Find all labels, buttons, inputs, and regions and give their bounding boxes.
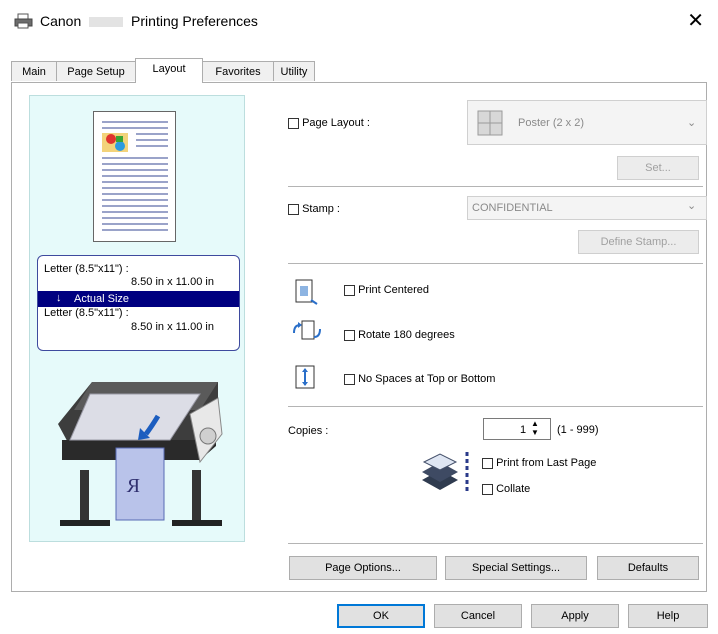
ok-button[interactable]: OK bbox=[337, 604, 425, 628]
divider bbox=[288, 186, 703, 187]
tab-page-setup[interactable]: Page Setup bbox=[56, 61, 136, 81]
copies-range: (1 - 999) bbox=[557, 424, 599, 436]
page-layout-value: Poster (2 x 2) bbox=[518, 117, 585, 129]
printout-letter: R bbox=[126, 475, 140, 497]
close-icon[interactable]: ✕ bbox=[687, 8, 704, 33]
input-paper-name: Letter (8.5"x11") : bbox=[44, 263, 129, 275]
window-title-text: Printing Preferences bbox=[131, 13, 258, 29]
output-paper-name: Letter (8.5"x11") : bbox=[44, 307, 129, 319]
copies-label: Copies : bbox=[288, 425, 329, 437]
no-spaces-label: No Spaces at Top or Bottom bbox=[358, 373, 496, 385]
tab-favorites[interactable]: Favorites bbox=[202, 61, 274, 81]
copies-value[interactable]: 1 bbox=[520, 424, 526, 436]
page-options-button[interactable]: Page Options... bbox=[289, 556, 437, 580]
chevron-down-icon: ⌄ bbox=[687, 200, 697, 212]
poster-layout-icon bbox=[477, 110, 503, 136]
no-spaces-checkbox[interactable]: No Spaces at Top or Bottom bbox=[344, 373, 495, 385]
rotate-180-checkbox[interactable]: Rotate 180 degrees bbox=[344, 329, 455, 341]
stamp-label: Stamp : bbox=[302, 203, 340, 215]
special-settings-button[interactable]: Special Settings... bbox=[445, 556, 587, 580]
print-centered-icon bbox=[295, 279, 318, 305]
copies-stepper[interactable] bbox=[483, 418, 551, 440]
page-preview-icon bbox=[93, 111, 176, 242]
input-paper-size: 8.50 in x 11.00 in bbox=[131, 276, 214, 288]
chevron-down-icon: ⌄ bbox=[687, 117, 697, 129]
page-layout-label: Page Layout : bbox=[302, 117, 370, 129]
output-paper-size: 8.50 in x 11.00 in bbox=[131, 321, 214, 333]
set-button[interactable]: Set... bbox=[617, 156, 699, 180]
rotate-icon bbox=[293, 320, 321, 340]
window-title-brand: Canon bbox=[40, 13, 82, 29]
rotate-180-label: Rotate 180 degrees bbox=[358, 329, 455, 341]
define-stamp-button[interactable]: Define Stamp... bbox=[578, 230, 699, 254]
printer-icon bbox=[14, 13, 33, 29]
apply-button[interactable]: Apply bbox=[531, 604, 619, 628]
stamp-checkbox[interactable]: Stamp : bbox=[288, 203, 340, 215]
tab-utility[interactable]: Utility bbox=[273, 61, 315, 81]
divider bbox=[288, 263, 703, 264]
divider bbox=[288, 406, 703, 407]
spin-arrows-icon[interactable]: ▲ ▼ bbox=[531, 419, 539, 437]
print-from-last-label: Print from Last Page bbox=[496, 457, 597, 469]
cancel-button[interactable]: Cancel bbox=[434, 604, 522, 628]
page-layout-checkbox[interactable]: Page Layout : bbox=[288, 117, 370, 129]
help-button[interactable]: Help bbox=[628, 604, 708, 628]
window-title: Canon Printing Preferences bbox=[40, 13, 258, 29]
print-centered-label: Print Centered bbox=[358, 284, 429, 296]
print-from-last-checkbox[interactable]: Print from Last Page bbox=[482, 457, 596, 469]
printer-illustration: R bbox=[58, 382, 223, 526]
collate-checkbox[interactable]: Collate bbox=[482, 483, 530, 495]
defaults-button[interactable]: Defaults bbox=[597, 556, 699, 580]
print-centered-checkbox[interactable]: Print Centered bbox=[344, 284, 429, 296]
stamp-value: CONFIDENTIAL bbox=[472, 202, 553, 214]
scaling-row bbox=[38, 291, 239, 307]
no-spaces-icon bbox=[295, 365, 315, 389]
tab-layout[interactable]: Layout bbox=[135, 58, 203, 83]
scaling-label: Actual Size bbox=[74, 293, 130, 305]
copies-stack-icon bbox=[422, 452, 469, 494]
model-name-redaction bbox=[89, 17, 124, 28]
page-layout-select[interactable] bbox=[467, 100, 707, 145]
tab-main[interactable]: Main bbox=[11, 61, 57, 81]
arrow-down-icon: ↓ bbox=[56, 292, 62, 304]
divider bbox=[288, 543, 703, 544]
collate-label: Collate bbox=[496, 483, 531, 495]
